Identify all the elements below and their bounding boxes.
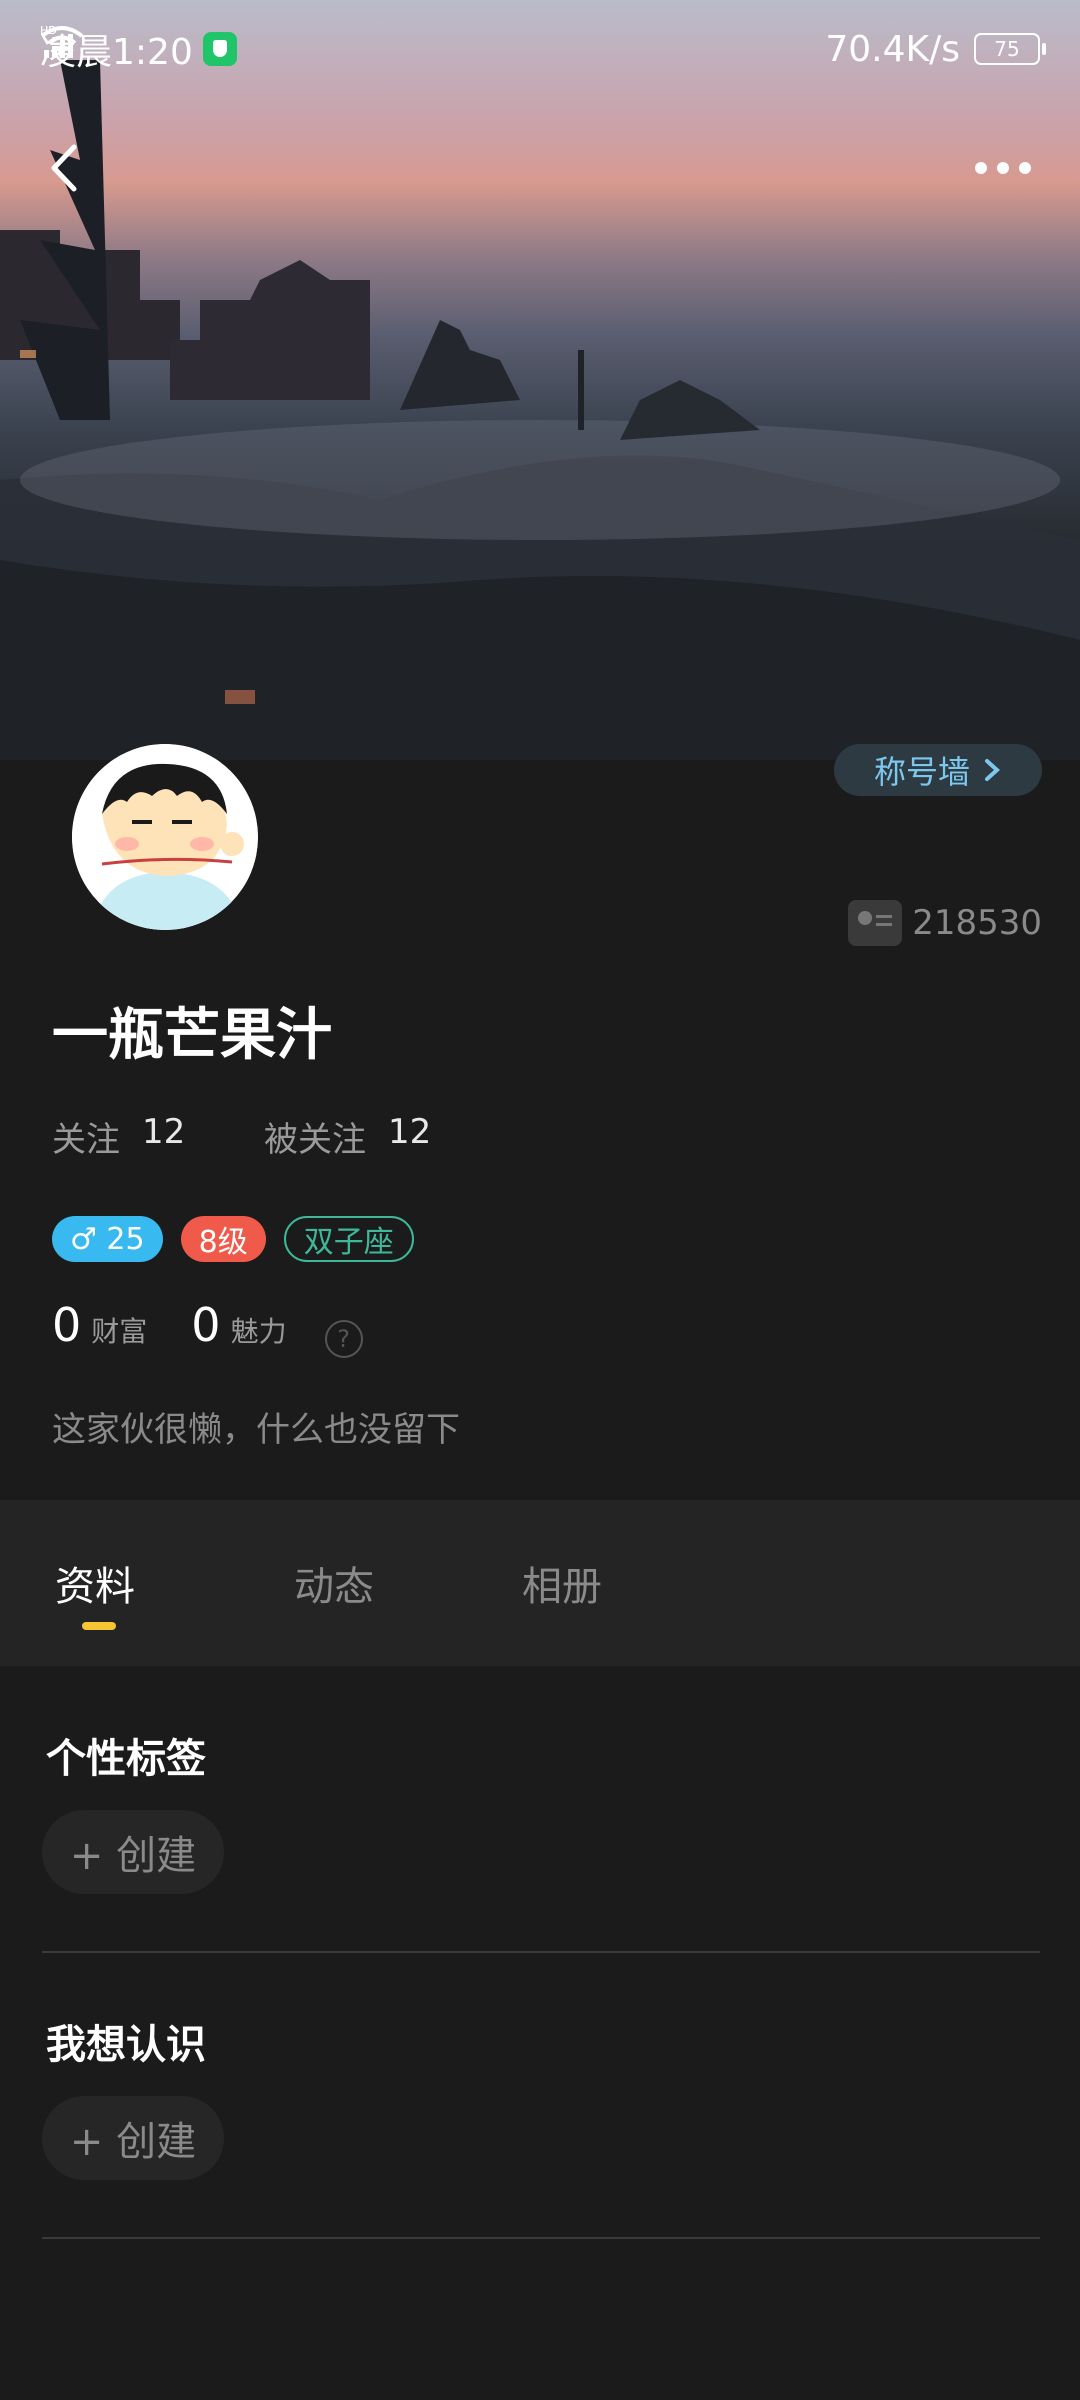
user-id-row: 218530: [848, 900, 1042, 946]
avatar-cartoon-icon: [72, 744, 258, 930]
wealth-value: 0: [52, 1298, 82, 1352]
help-icon[interactable]: ?: [324, 1320, 363, 1358]
chevron-right-icon: [985, 759, 1000, 781]
network-speed: 70.4K/s: [825, 28, 960, 70]
wifi-icon: [40, 26, 84, 58]
following-stat[interactable]: 关注 12: [52, 1112, 264, 1161]
zodiac-badge: 双子座: [283, 1216, 414, 1262]
more-dots-icon: [975, 162, 987, 174]
tab-moments[interactable]: 动态: [294, 1554, 374, 1612]
follow-stats: 关注 12 被关注 12: [52, 1112, 476, 1161]
tags-section-title: 个性标签: [46, 1736, 206, 1782]
following-label: 关注: [52, 1120, 120, 1160]
following-count: 12: [142, 1112, 186, 1152]
wealth-charm-row: 0 财富 0 魅力 ?: [52, 1298, 363, 1358]
badge-row: ♂ 25 8级 双子座: [52, 1216, 414, 1262]
tab-profile[interactable]: 资料: [55, 1554, 135, 1612]
followers-stat[interactable]: 被关注 12: [264, 1112, 476, 1161]
wealth-label: 财富: [91, 1315, 148, 1348]
cover-landscape: [0, 60, 1080, 760]
create-meet-button[interactable]: + 创建: [42, 2096, 224, 2180]
title-wall-label: 称号墙: [873, 753, 970, 791]
cover-photo: 凌晨1:20 70.4K/s HD HD 75: [0, 0, 1080, 760]
more-button[interactable]: [970, 145, 1050, 191]
nickname: 一瓶芒果汁: [52, 1003, 332, 1068]
title-wall-button[interactable]: 称号墙: [834, 744, 1042, 796]
followers-count: 12: [388, 1112, 432, 1152]
create-tag-button[interactable]: + 创建: [42, 1810, 224, 1894]
divider: [42, 1951, 1040, 1953]
divider: [42, 2237, 1040, 2239]
meet-section-title: 我想认识: [46, 2022, 206, 2068]
level-badge: 8级: [180, 1216, 266, 1262]
status-bar: 凌晨1:20 70.4K/s HD HD 75: [40, 24, 1046, 74]
followers-label: 被关注: [264, 1120, 366, 1160]
charm-label: 魅力: [230, 1315, 287, 1348]
user-id: 218530: [912, 903, 1042, 943]
back-button[interactable]: [38, 135, 94, 201]
bio: 这家伙很懒，什么也没留下: [52, 1410, 460, 1450]
shield-icon: [202, 32, 237, 66]
avatar[interactable]: [72, 744, 258, 930]
charm-value: 0: [191, 1298, 221, 1352]
tab-album[interactable]: 相册: [522, 1554, 602, 1612]
back-arrow-icon: [51, 144, 77, 192]
battery-icon: 75: [974, 33, 1046, 65]
active-tab-indicator: [82, 1622, 116, 1630]
age-badge: ♂ 25: [52, 1216, 163, 1262]
id-card-icon: [848, 900, 903, 946]
profile-tabs: 资料 动态 相册: [0, 1500, 1080, 1666]
